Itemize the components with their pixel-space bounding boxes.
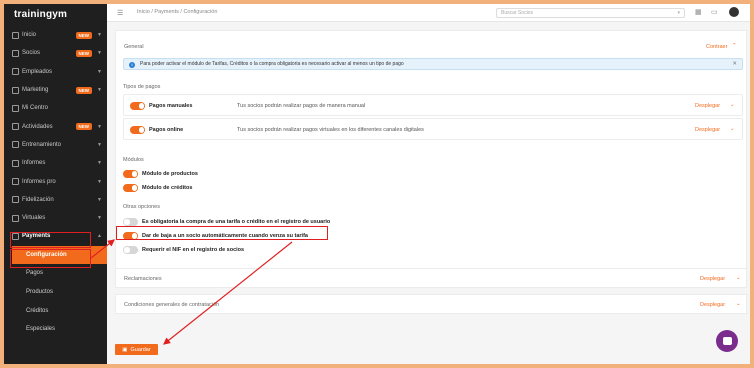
annotation-arrows (90, 239, 293, 345)
chat-bubble-button[interactable] (716, 330, 738, 352)
app-frame: trainingym Inicio NEW ▼ Socios NEW ▼ Emplead… (4, 4, 750, 364)
chat-icon (722, 337, 732, 345)
annotation-arrow-config (90, 239, 115, 259)
annotation-arrow-save (163, 241, 293, 345)
